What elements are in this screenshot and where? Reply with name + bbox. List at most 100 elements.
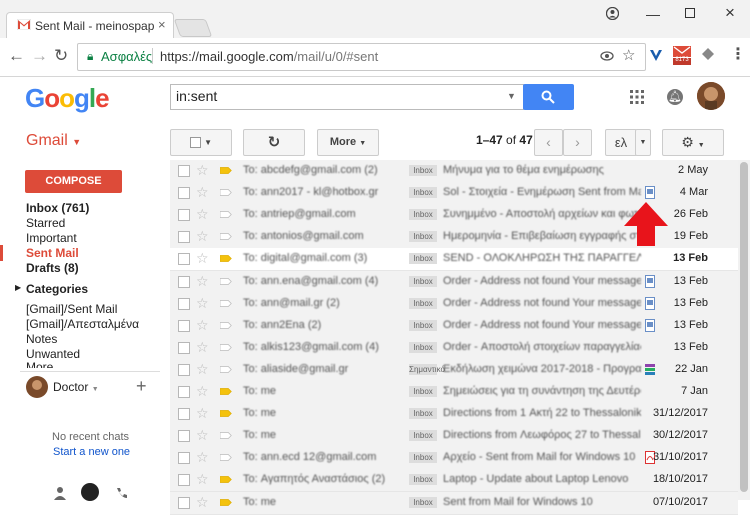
star-icon[interactable]: ☆: [196, 471, 209, 488]
importance-tag-icon[interactable]: [220, 388, 232, 395]
browser-menu-icon[interactable]: ⋮: [730, 44, 746, 64]
importance-tag-icon[interactable]: [220, 343, 232, 351]
table-row[interactable]: ☆ To: ann@mail.gr (2) Inbox Order - Address…: [170, 292, 738, 316]
table-row[interactable]: ☆ To: ann.ecd 12@gmail.com Inbox Αρχείο - S…: [170, 447, 738, 471]
row-checkbox[interactable]: [178, 165, 190, 177]
eye-icon[interactable]: [600, 50, 614, 62]
row-checkbox[interactable]: [178, 275, 190, 288]
sidebar-label[interactable]: Notes: [26, 332, 57, 346]
more-actions-button[interactable]: More ▼: [317, 129, 379, 156]
star-icon[interactable]: ☆: [196, 494, 209, 511]
tab-close-icon[interactable]: ×: [158, 17, 166, 32]
document-attachment-icon[interactable]: [645, 274, 655, 288]
importance-tag-icon[interactable]: [220, 167, 232, 174]
phone-icon[interactable]: [115, 486, 129, 500]
sidebar-item-sent[interactable]: Sent Mail: [26, 246, 79, 260]
label-chip[interactable]: Inbox: [409, 386, 437, 397]
label-chip[interactable]: Inbox: [409, 231, 437, 243]
window-close-icon[interactable]: ×: [725, 3, 735, 23]
star-icon[interactable]: ☆: [196, 228, 209, 245]
row-checkbox[interactable]: [178, 452, 190, 465]
input-tools-button[interactable]: ελ: [605, 129, 637, 156]
star-icon[interactable]: ☆: [196, 295, 209, 312]
star-icon[interactable]: ☆: [196, 383, 209, 400]
importance-tag-icon[interactable]: [220, 454, 232, 462]
hangouts-user-name[interactable]: Doctor ▼: [53, 380, 99, 394]
star-icon[interactable]: ☆: [196, 250, 209, 267]
document-attachment-icon[interactable]: [645, 318, 655, 332]
star-icon[interactable]: ☆: [196, 162, 209, 179]
document-attachment-icon[interactable]: [645, 296, 655, 310]
table-row[interactable]: ☆ To: aliaside@gmail.gr Σημαντικό Εκδήλωση …: [170, 358, 738, 382]
star-icon[interactable]: ☆: [196, 361, 209, 378]
star-icon[interactable]: ☆: [196, 184, 209, 201]
start-chat-link[interactable]: Start a new one: [53, 446, 130, 458]
label-chip[interactable]: Inbox: [409, 408, 437, 420]
row-checkbox[interactable]: [178, 319, 190, 332]
row-checkbox[interactable]: [178, 187, 190, 200]
row-checkbox[interactable]: [178, 430, 190, 443]
star-icon[interactable]: ☆: [196, 339, 209, 356]
table-row[interactable]: ☆ To: abcdefg@gmail.com (2) Inbox Μήνυμα γι…: [170, 160, 738, 183]
scrollbar-thumb[interactable]: [740, 162, 748, 492]
table-row[interactable]: ☆ To: alkis123@gmail.com (4) Inbox Order - …: [170, 336, 738, 360]
label-chip[interactable]: Inbox: [409, 165, 437, 176]
profile-icon[interactable]: [606, 7, 619, 20]
importance-tag-icon[interactable]: [220, 366, 232, 373]
row-checkbox[interactable]: [178, 231, 190, 244]
label-chip[interactable]: Inbox: [409, 297, 437, 309]
table-row[interactable]: ☆ To: me Inbox Σημειώσεις για τη συνάντηση …: [170, 381, 738, 404]
importance-tag-icon[interactable]: [220, 410, 232, 417]
star-icon[interactable]: ☆: [196, 317, 209, 334]
extension-diamond-icon[interactable]: [701, 47, 715, 61]
search-input[interactable]: in:sent: [176, 88, 217, 104]
compose-button[interactable]: COMPOSE: [25, 170, 122, 193]
row-checkbox[interactable]: [178, 341, 190, 354]
sidebar-item-starred[interactable]: Starred: [26, 216, 65, 230]
extension-v-icon[interactable]: [649, 48, 663, 62]
star-icon[interactable]: ☆: [196, 273, 209, 290]
person-icon[interactable]: [53, 486, 67, 500]
select-all-checkbox[interactable]: [190, 136, 201, 148]
label-chip[interactable]: Inbox: [409, 496, 437, 508]
importance-tag-icon[interactable]: [220, 432, 232, 440]
search-box[interactable]: [170, 84, 524, 110]
sidebar-item-important[interactable]: Important: [26, 231, 77, 245]
label-chip[interactable]: Inbox: [409, 341, 437, 353]
sidebar-label[interactable]: [Gmail]/Απεσταλμένα: [26, 317, 139, 331]
search-options-icon[interactable]: ▼: [507, 91, 516, 101]
importance-tag-icon[interactable]: [220, 476, 232, 484]
add-chat-icon[interactable]: +: [136, 376, 147, 397]
new-tab-button[interactable]: [173, 19, 213, 37]
importance-tag-icon[interactable]: [220, 255, 232, 263]
star-icon[interactable]: ☆: [196, 427, 209, 444]
input-tools-dropdown[interactable]: ▼: [635, 129, 651, 156]
bookmark-star-icon[interactable]: ☆: [622, 46, 635, 64]
label-chip[interactable]: Inbox: [409, 187, 437, 199]
label-chip[interactable]: Inbox: [409, 452, 437, 464]
importance-tag-icon[interactable]: [220, 321, 232, 329]
row-checkbox[interactable]: [178, 209, 190, 222]
hangouts-icon[interactable]: [81, 483, 99, 501]
table-row[interactable]: ☆ To: ann.ena@gmail.com (4) Inbox Order - A…: [170, 270, 738, 294]
document-attachment-icon[interactable]: [645, 186, 655, 200]
row-checkbox[interactable]: [178, 363, 190, 376]
older-button[interactable]: ›: [563, 129, 592, 156]
label-chip[interactable]: Inbox: [409, 474, 437, 486]
row-checkbox[interactable]: [178, 408, 190, 421]
sidebar-label[interactable]: [Gmail]/Sent Mail: [26, 302, 117, 316]
sidebar-item-drafts[interactable]: Drafts (8): [26, 261, 79, 275]
google-logo[interactable]: Google: [25, 83, 110, 114]
reload-icon[interactable]: ↻: [54, 46, 68, 66]
expand-triangle-icon[interactable]: ▶: [15, 283, 21, 292]
sidebar-item-categories[interactable]: Categories: [26, 282, 88, 296]
table-row[interactable]: ☆ To: me Inbox Directions from 1 Ακτή 22 to…: [170, 403, 738, 427]
importance-tag-icon[interactable]: [220, 189, 232, 196]
maximize-icon[interactable]: [685, 8, 695, 18]
url-text[interactable]: https://mail.google.com/mail/u/0/#sent: [160, 49, 378, 64]
row-checkbox[interactable]: [178, 386, 190, 398]
row-checkbox[interactable]: [178, 297, 190, 310]
importance-tag-icon[interactable]: [220, 299, 232, 307]
table-row[interactable]: ☆ To: ann2Ena (2) Inbox Order - Address not…: [170, 314, 738, 338]
forward-icon[interactable]: →: [31, 46, 48, 66]
